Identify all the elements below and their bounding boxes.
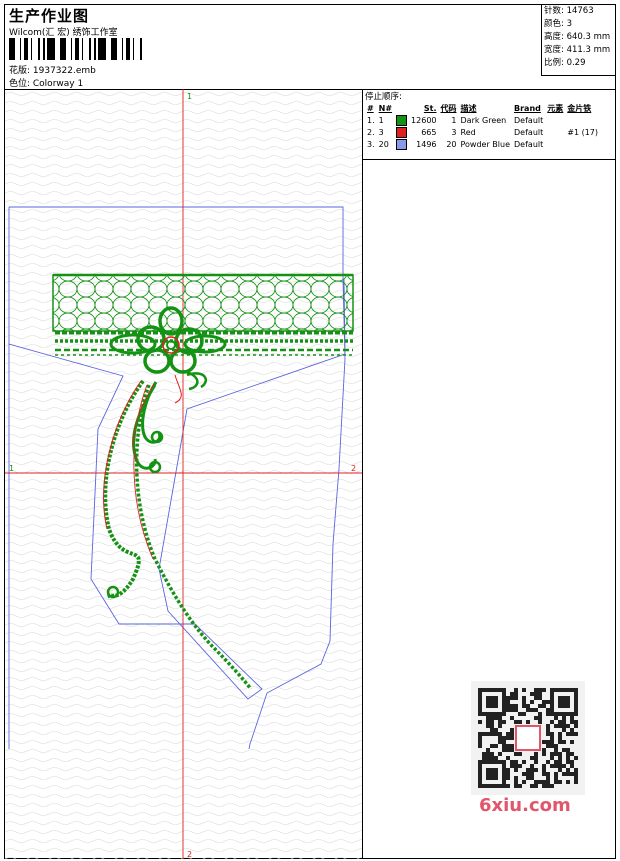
row-sequin <box>565 138 600 150</box>
row-sequin <box>565 114 600 126</box>
company-name: Wilcom(汇 宏) 绣饰工作室 <box>9 28 118 38</box>
stop-sequence-panel: 停止顺序: # N# St. 代码 描述 Brand 元素 金片铁 1. 1 126… <box>363 89 615 160</box>
axis-label-right: 2 <box>351 464 356 473</box>
row-element <box>545 138 565 150</box>
col-code: 代码 <box>440 103 457 113</box>
fabric-background <box>5 89 362 859</box>
row-brand: Default <box>514 139 544 149</box>
page-title: 生产作业图 <box>9 7 90 25</box>
row-brand: Default <box>514 115 544 125</box>
design-preview: 1 2 1 2 <box>5 89 363 859</box>
row-stitches: 665 <box>421 127 437 137</box>
stop-sequence-table: # N# St. 代码 描述 Brand 元素 金片铁 1. 1 12600 1 Dar… <box>365 102 600 150</box>
color-swatch <box>396 114 408 126</box>
row-description: Dark Green <box>460 115 507 125</box>
barcode <box>9 38 142 60</box>
col-element: 元素 <box>547 103 564 113</box>
stat-scale: 比例: 0.29 <box>544 58 586 68</box>
row-element <box>545 114 565 126</box>
row-needle: 1 <box>378 115 384 125</box>
stat-width: 宽度: 411.3 mm <box>544 45 611 55</box>
row-swatch <box>394 126 409 138</box>
stat-stitch-count: 针数: 14763 <box>544 6 594 16</box>
table-row: 3. 20 1496 20 Powder Blue Default <box>365 138 600 150</box>
stat-color-count: 颜色: 3 <box>544 19 572 29</box>
row-description: Red <box>460 127 476 137</box>
watermark-site: 6xiu.com <box>479 795 571 816</box>
table-header-row: # N# St. 代码 描述 Brand 元素 金片铁 <box>365 102 600 114</box>
worksheet-header: 生产作业图 Wilcom(汇 宏) 绣饰工作室 花版: 1937322.emb … <box>5 5 616 90</box>
stat-height: 高度: 640.3 mm <box>544 32 611 42</box>
col-index: # <box>367 103 374 113</box>
row-index: 1. <box>367 115 375 125</box>
stitch-stats: 针数: 14763 颜色: 3 高度: 640.3 mm 宽度: 411.3 m… <box>541 5 616 76</box>
row-brand: Default <box>514 127 544 137</box>
col-swatch <box>394 102 409 114</box>
col-stitches: St. <box>423 103 437 113</box>
row-code: 3 <box>451 127 457 137</box>
embroidery-drawing: 1 2 1 2 <box>5 89 362 859</box>
production-worksheet: 生产作业图 Wilcom(汇 宏) 绣饰工作室 花版: 1937322.emb … <box>4 4 616 859</box>
design-file-label: 花版: 1937322.emb <box>9 66 96 76</box>
table-row: 2. 3 665 3 Red Default #1 (17) <box>365 126 600 138</box>
color-swatch <box>396 126 408 138</box>
row-element <box>545 126 565 138</box>
col-description: 描述 <box>460 103 477 113</box>
axis-label-left: 1 <box>9 464 14 473</box>
color-swatch <box>396 138 408 150</box>
row-index: 2. <box>367 127 375 137</box>
colorway-label: 色位: Colorway 1 <box>9 79 84 89</box>
row-swatch <box>394 138 409 150</box>
row-stitches: 12600 <box>411 115 437 125</box>
col-brand: Brand <box>514 103 541 113</box>
row-sequin: #1 (17) <box>567 127 599 137</box>
row-code: 1 <box>451 115 457 125</box>
row-stitches: 1496 <box>416 139 437 149</box>
col-needle: N# <box>378 103 393 113</box>
qr-code-watermark <box>471 681 585 795</box>
table-row: 1. 1 12600 1 Dark Green Default <box>365 114 600 126</box>
row-index: 3. <box>367 139 375 149</box>
stop-sequence-caption: 停止顺序: <box>365 92 402 102</box>
row-code: 20 <box>446 139 457 149</box>
axis-label-top: 1 <box>187 92 192 101</box>
axis-label-bottom: 2 <box>187 850 192 859</box>
row-needle: 3 <box>378 127 384 137</box>
row-needle: 20 <box>378 139 389 149</box>
row-swatch <box>394 114 409 126</box>
row-description: Powder Blue <box>460 139 511 149</box>
col-sequin: 金片铁 <box>567 103 592 113</box>
